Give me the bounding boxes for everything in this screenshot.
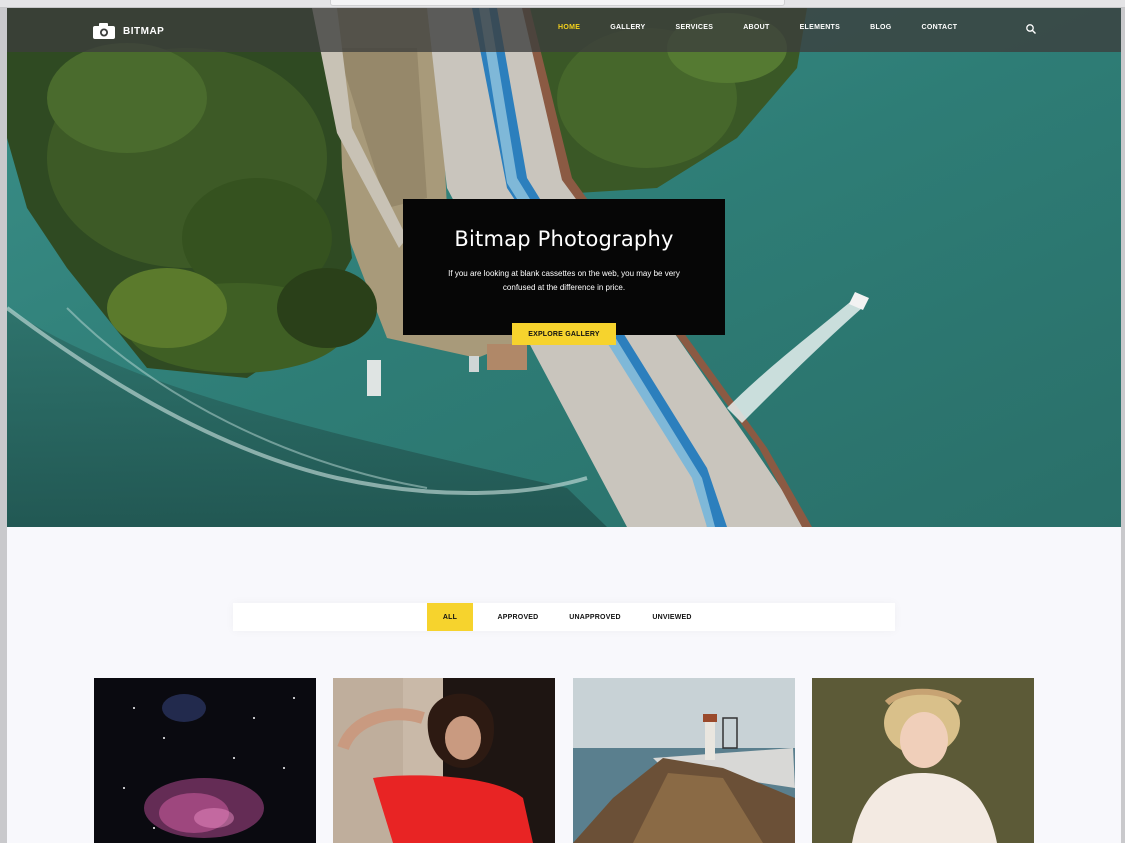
- navbar: BITMAP HOME GALLERY SERVICES ABOUT ELEME…: [7, 8, 1121, 52]
- explore-gallery-button[interactable]: EXPLORE GALLERY: [512, 323, 616, 345]
- page: BITMAP HOME GALLERY SERVICES ABOUT ELEME…: [7, 8, 1121, 843]
- gallery-photo-lighthouse[interactable]: [573, 678, 795, 843]
- nav-item-blog[interactable]: BLOG: [870, 24, 891, 31]
- search-icon[interactable]: [1025, 22, 1037, 34]
- browser-tab: [330, 0, 785, 6]
- camera-icon: [93, 23, 115, 39]
- brand-logo[interactable]: BITMAP: [93, 22, 164, 40]
- nav-item-about[interactable]: ABOUT: [743, 24, 769, 31]
- hero-title: Bitmap Photography: [454, 227, 674, 251]
- filter-unviewed[interactable]: UNVIEWED: [637, 603, 707, 631]
- nav-item-elements[interactable]: ELEMENTS: [800, 24, 841, 31]
- brand-name: BITMAP: [123, 25, 165, 37]
- filter-unapproved[interactable]: UNAPPROVED: [555, 603, 635, 631]
- nav-item-contact[interactable]: CONTACT: [922, 24, 958, 31]
- filter-approved[interactable]: APPROVED: [483, 603, 553, 631]
- gallery-photo-woman-red[interactable]: [333, 678, 555, 843]
- main-nav: HOME GALLERY SERVICES ABOUT ELEMENTS BLO…: [558, 24, 987, 31]
- nav-item-services[interactable]: SERVICES: [676, 24, 714, 31]
- filter-all[interactable]: ALL: [427, 603, 473, 631]
- gallery-photo-girl[interactable]: [812, 678, 1034, 843]
- hero-caption-box: Bitmap Photography If you are looking at…: [403, 199, 725, 335]
- nav-item-gallery[interactable]: GALLERY: [610, 24, 645, 31]
- hero-section: BITMAP HOME GALLERY SERVICES ABOUT ELEME…: [7, 8, 1121, 527]
- browser-top-strip: [0, 0, 1125, 8]
- gallery-photo-nebula[interactable]: [94, 678, 316, 843]
- nav-item-home[interactable]: HOME: [558, 24, 580, 31]
- gallery-filter-bar: ALL APPROVED UNAPPROVED UNVIEWED: [233, 603, 895, 631]
- hero-description: If you are looking at blank cassettes on…: [448, 269, 680, 292]
